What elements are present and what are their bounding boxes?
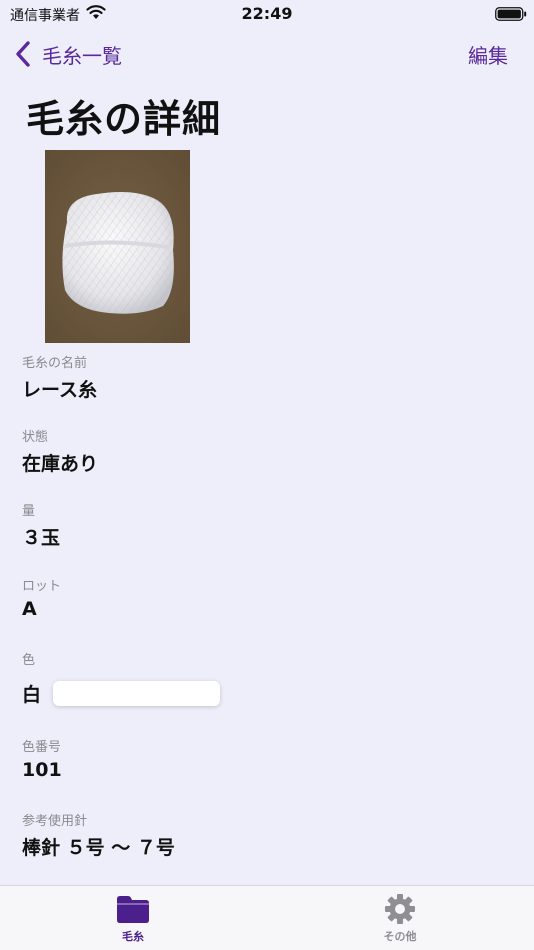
- field-label: 色番号: [22, 740, 62, 755]
- field-label: ロット: [22, 579, 62, 594]
- field-quantity: 量 ３玉: [22, 500, 60, 550]
- field-label: 参考使用針: [22, 814, 88, 829]
- field-label: 色: [22, 653, 36, 668]
- field-value: 在庫あり: [22, 453, 99, 475]
- color-row: 白: [22, 680, 221, 707]
- field-label: 量: [22, 504, 36, 519]
- status-bar: 通信事業者 22:49: [0, 0, 534, 28]
- battery-icon: [495, 7, 527, 21]
- field-label: 状態: [22, 430, 49, 445]
- tab-bar: 毛糸 その他: [0, 885, 534, 950]
- field-color-number: 色番号 101: [22, 736, 62, 781]
- clock: 22:49: [241, 4, 293, 23]
- field-yarn-name: 毛糸の名前 レース糸: [22, 352, 97, 402]
- field-value: ３玉: [22, 527, 61, 549]
- back-button[interactable]: 毛糸一覧: [14, 38, 122, 70]
- tab-other[interactable]: その他: [340, 894, 460, 944]
- tab-yarn-label: 毛糸: [122, 930, 144, 943]
- field-value: A: [22, 598, 37, 620]
- page-title: 毛糸の詳細: [26, 97, 222, 141]
- field-needle: 参考使用針 棒針 ５号 〜 ７号: [22, 810, 175, 860]
- tab-other-label: その他: [383, 930, 417, 943]
- yarn-photo: [45, 150, 190, 343]
- field-label: 毛糸の名前: [22, 356, 88, 371]
- tab-yarn[interactable]: 毛糸: [73, 894, 193, 944]
- field-status: 状態 在庫あり: [22, 426, 98, 476]
- field-lot: ロット A: [22, 575, 61, 620]
- folder-icon: [117, 896, 149, 923]
- color-swatch: [53, 681, 221, 706]
- field-value: 101: [22, 759, 62, 781]
- back-button-label: 毛糸一覧: [42, 43, 122, 68]
- field-value: レース糸: [22, 379, 98, 401]
- field-value: 白: [22, 684, 42, 706]
- gear-icon: [385, 894, 415, 924]
- edit-button[interactable]: 編集: [468, 40, 508, 69]
- chevron-left-icon: [16, 41, 30, 67]
- field-value: 棒針 ５号 〜 ７号: [22, 837, 175, 859]
- field-color: 色 白: [22, 649, 221, 707]
